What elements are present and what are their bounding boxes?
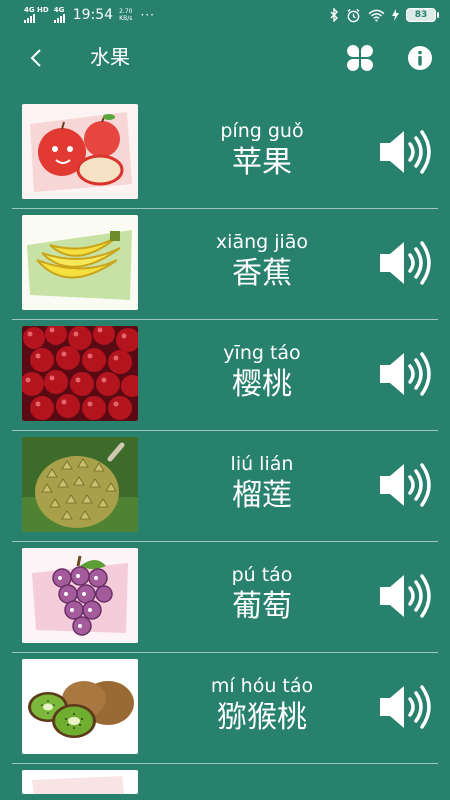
pinyin-text: liú lián [230, 453, 294, 475]
wifi-icon [368, 9, 385, 22]
chinese-name: 樱桃 [232, 367, 292, 402]
grape-illustration [22, 548, 138, 643]
cherry-photo [22, 326, 138, 421]
pinyin-text: xiāng jiāo [215, 231, 309, 253]
kiwi-photo [22, 659, 138, 754]
info-button[interactable] [404, 42, 436, 74]
fruit-word: xiāng jiāo 香蕉 [162, 229, 362, 293]
next-fruit-thumbnail [22, 770, 138, 794]
status-bar: 4G HD 4G 19:54 2.70 KB/s ··· 83 [0, 0, 450, 30]
app-bar: 水果 [0, 30, 450, 86]
fruit-word: pú táo 葡萄 [162, 562, 362, 626]
chinese-name: 榴莲 [232, 478, 292, 513]
list-item-kiwi[interactable]: mí hóu táo 猕猴桃 [12, 653, 438, 764]
signal-icon [24, 14, 35, 23]
chinese-name: 猕猴桃 [217, 700, 307, 735]
fruit-word: liú lián 榴莲 [162, 451, 362, 515]
pinyin-text: mí hóu táo [210, 675, 314, 697]
page-title: 水果 [90, 45, 130, 69]
charging-icon [392, 9, 399, 21]
list-item-partial[interactable] [12, 764, 438, 794]
pinyin-text: pú táo [231, 564, 293, 586]
list-item-durian[interactable]: liú lián 榴莲 [12, 431, 438, 542]
category-menu-button[interactable] [344, 42, 376, 74]
pinyin-text: yīng táo [223, 342, 301, 364]
clock: 19:54 [72, 7, 114, 23]
network-speed-unit: KB/s [119, 15, 133, 22]
pinyin-text: píng guǒ [220, 120, 304, 142]
speaker-icon[interactable] [378, 239, 432, 287]
list-item-grape[interactable]: pú táo 葡萄 [12, 542, 438, 653]
network-speed-value: 2.70 [119, 8, 133, 15]
fruit-word: píng guǒ 苹果 [162, 118, 362, 182]
fruit-word: mí hóu táo 猕猴桃 [162, 673, 362, 737]
fruit-word: yīng táo 樱桃 [162, 340, 362, 404]
durian-photo [22, 437, 138, 532]
network-speed: 2.70 KB/s [119, 8, 132, 22]
list-item-apple[interactable]: píng guǒ 苹果 [12, 98, 438, 209]
network-label-2: 4G [53, 6, 65, 14]
chevron-left-icon [30, 49, 41, 67]
speaker-icon[interactable] [378, 128, 432, 176]
network-indicator-1: 4G HD [24, 7, 49, 23]
chinese-name: 香蕉 [232, 256, 292, 291]
banana-illustration [22, 215, 138, 310]
battery-icon: 83 [406, 8, 439, 22]
list-item-cherry[interactable]: yīng táo 樱桃 [12, 320, 438, 431]
bluetooth-icon [330, 8, 338, 22]
list-item-banana[interactable]: xiāng jiāo 香蕉 [12, 209, 438, 320]
signal-icon [53, 14, 65, 23]
more-notifications: ··· [140, 8, 155, 22]
speaker-icon[interactable] [378, 572, 432, 620]
network-indicator-2: 4G [53, 6, 65, 23]
speaker-icon[interactable] [378, 683, 432, 731]
network-label-1: 4G HD [24, 6, 49, 14]
speaker-icon[interactable] [378, 350, 432, 398]
battery-level: 83 [414, 10, 428, 20]
alarm-icon [347, 8, 360, 22]
chinese-name: 苹果 [232, 145, 292, 180]
fruit-list: píng guǒ 苹果 xiāng jiāo 香蕉 yīng táo 樱桃 li… [12, 98, 438, 794]
info-icon [408, 46, 432, 70]
speaker-icon[interactable] [378, 461, 432, 509]
four-petal-grid-icon [347, 45, 373, 71]
apple-illustration [22, 104, 138, 199]
back-button[interactable] [22, 44, 50, 72]
chinese-name: 葡萄 [232, 589, 292, 624]
